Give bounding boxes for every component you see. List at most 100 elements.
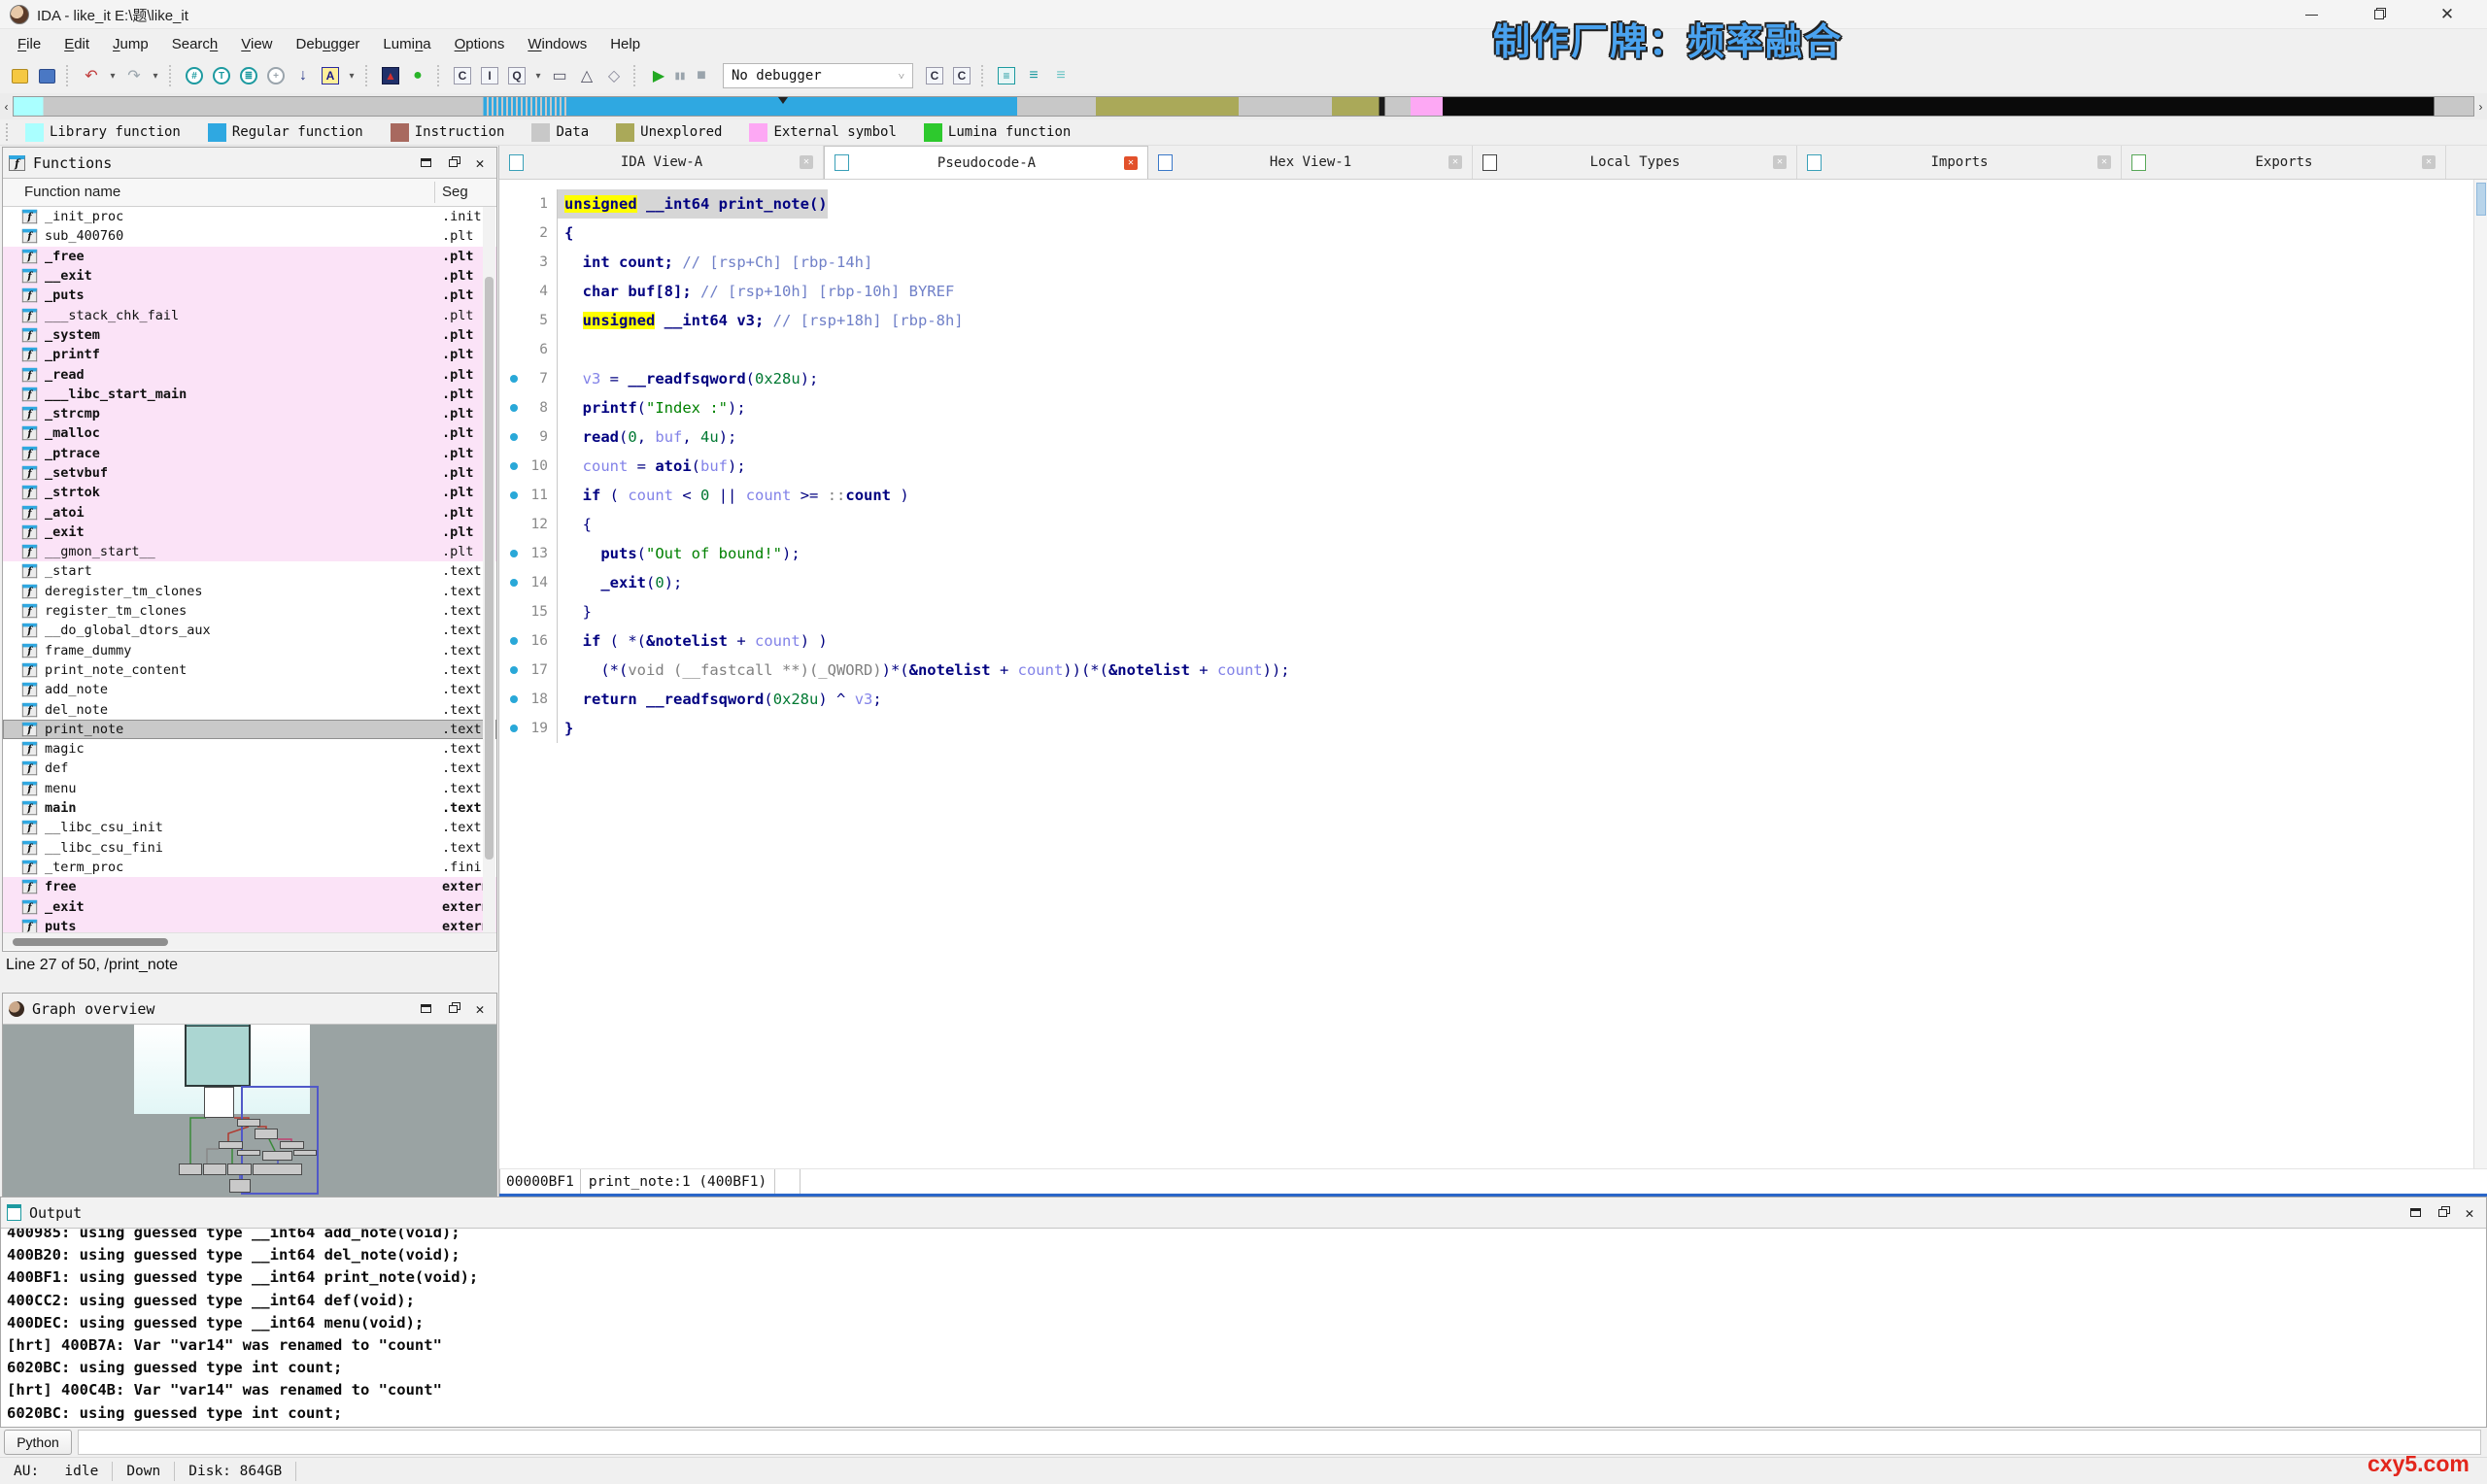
graph-node[interactable] [262,1151,292,1161]
code-line[interactable]: 14 _exit(0); [499,568,2487,597]
functions-vscroll-thumb[interactable] [485,277,494,860]
desktop-layout-icon[interactable]: ≡ [995,64,1018,87]
functions-panel-titlebar[interactable]: f Functions ✕ [3,148,496,179]
layout-list-icon[interactable]: ≡ [1022,64,1045,87]
function-row[interactable]: f _exit .plt [3,522,496,543]
functions-close-icon[interactable]: ✕ [469,154,491,172]
menu-lumina[interactable]: Lumina [371,32,442,56]
function-row[interactable]: f _malloc .plt [3,423,496,444]
code-line[interactable]: 6 [499,335,2487,364]
forward-dropdown-icon[interactable]: ▾ [150,64,161,87]
functions-column-header[interactable]: Function name Seg [3,179,496,207]
source-c-icon[interactable]: C [923,64,946,87]
run-icon[interactable]: ▶ [647,64,670,87]
function-row[interactable]: f deregister_tm_clones .text [3,582,496,601]
function-row[interactable]: f frame_dummy .text [3,641,496,660]
jump-down-icon[interactable]: ↓ [291,64,315,87]
breakpoint-dot[interactable] [507,491,521,499]
function-row[interactable]: f _strtok .plt [3,483,496,503]
graph-node[interactable] [237,1119,260,1127]
tab-pseudocode-a[interactable]: Pseudocode-A ✕ [824,146,1148,179]
function-row[interactable]: f ___stack_chk_fail .plt [3,305,496,325]
breakpoint-dot[interactable] [507,695,521,703]
function-row[interactable]: f _init_proc .init [3,207,496,226]
output-panel-titlebar[interactable]: Output ✕ [1,1197,2486,1229]
graph-node[interactable] [203,1164,226,1175]
graph-node[interactable] [237,1150,260,1156]
graph-selected-node[interactable] [185,1025,251,1087]
output-maximize-icon[interactable] [2404,1204,2426,1222]
output-float-icon[interactable] [2432,1204,2453,1222]
function-row[interactable]: f magic .text [3,739,496,759]
menu-debugger[interactable]: Debugger [285,32,372,56]
tab-close-icon[interactable]: ✕ [2422,155,2436,169]
function-row[interactable]: f _setvbuf .plt [3,462,496,484]
breakpoint-dot[interactable] [507,462,521,470]
graph-node[interactable] [204,1087,234,1118]
functions-horizontal-scrollbar[interactable] [3,932,496,950]
code-line[interactable]: 12 { [499,510,2487,539]
python-interpreter-button[interactable]: Python [4,1430,72,1455]
graph-node[interactable] [179,1164,202,1175]
menu-view[interactable]: View [229,32,284,56]
lumina-ball-icon[interactable]: ● [406,64,429,87]
function-row[interactable]: f __exit .plt [3,265,496,287]
polygon-icon[interactable]: △ [575,64,598,87]
navigate-forward-icon[interactable]: ↷ [122,64,146,87]
minimize-button[interactable] [2289,0,2334,29]
breakpoint-dot[interactable] [507,637,521,645]
graph-float-icon[interactable] [442,1000,463,1018]
graph-node[interactable] [255,1129,278,1139]
function-row[interactable]: f _atoi .plt [3,502,496,523]
graph-node[interactable] [293,1150,317,1156]
code-line[interactable]: 17 (*(void (__fastcall **)(_QWORD))*(&no… [499,656,2487,685]
function-row[interactable]: f __libc_csu_fini .text [3,838,496,858]
graph-node[interactable] [280,1141,304,1149]
cli-input[interactable] [78,1430,2481,1455]
code-line[interactable]: 16 if ( *(&notelist + count) ) [499,626,2487,656]
code-line[interactable]: 15 } [499,597,2487,626]
window-rect-icon[interactable]: ▭ [548,64,571,87]
breakpoint-dot[interactable] [507,433,521,441]
data-definition-icon[interactable]: ▲ [379,64,402,87]
breakpoint-dot[interactable] [507,666,521,674]
back-dropdown-icon[interactable]: ▾ [107,64,119,87]
graph-overview-titlebar[interactable]: Graph overview ✕ [3,994,496,1025]
debugger-combo[interactable]: No debugger ˅ [723,63,913,88]
jump-name-icon[interactable]: T [210,64,233,87]
legend-drag-handle[interactable] [6,123,10,141]
column-segment[interactable]: Seg [442,184,468,200]
code-line[interactable]: 7 v3 = __readfsqword(0x28u); [499,364,2487,393]
clipboard-q-icon[interactable]: Q [505,64,528,87]
output-log[interactable]: 400985: using guessed type __int64 add_n… [1,1229,2486,1428]
tab-close-icon[interactable]: ✕ [1124,155,1138,170]
breakpoint-dot[interactable] [507,550,521,557]
band-scroll-right-icon[interactable]: › [2474,100,2487,114]
layout-list2-icon[interactable]: ≡ [1049,64,1073,87]
functions-maximize-icon[interactable] [415,154,436,172]
navigation-band[interactable] [13,96,2474,117]
tab-close-icon[interactable]: ✕ [800,155,813,169]
function-row[interactable]: f _term_proc .fini [3,858,496,877]
restore-button[interactable] [2357,0,2402,29]
graph-close-icon[interactable]: ✕ [469,1000,491,1018]
column-divider[interactable] [434,182,435,203]
open-file-icon[interactable] [8,64,31,87]
functions-vertical-scrollbar[interactable] [483,207,495,932]
tab-close-icon[interactable]: ✕ [1773,155,1787,169]
code-line[interactable]: 11 if ( count < 0 || count >= :: count ) [499,481,2487,510]
code-line[interactable]: 19} [499,714,2487,743]
tab-local-types[interactable]: Local Types ✕ [1473,146,1797,179]
function-row[interactable]: f _ptrace .plt [3,443,496,463]
code-line[interactable]: 4 char buf[8]; // [rsp+10h] [rbp-10h] BY… [499,277,2487,306]
jump-address-icon[interactable]: # [183,64,206,87]
function-row[interactable]: f print_note_content .text [3,660,496,680]
code-line[interactable]: 2{ [499,219,2487,248]
menu-file[interactable]: File [6,32,52,56]
tab-close-icon[interactable]: ✕ [1448,155,1462,169]
function-row[interactable]: f _puts .plt [3,286,496,306]
column-function-name[interactable]: Function name [24,184,120,200]
pseudocode-view[interactable]: 1 unsigned __int64 print_note() 2{3 int co… [499,180,2487,1168]
function-row[interactable]: f register_tm_clones .text [3,601,496,621]
clipboard-i-icon[interactable]: I [478,64,501,87]
